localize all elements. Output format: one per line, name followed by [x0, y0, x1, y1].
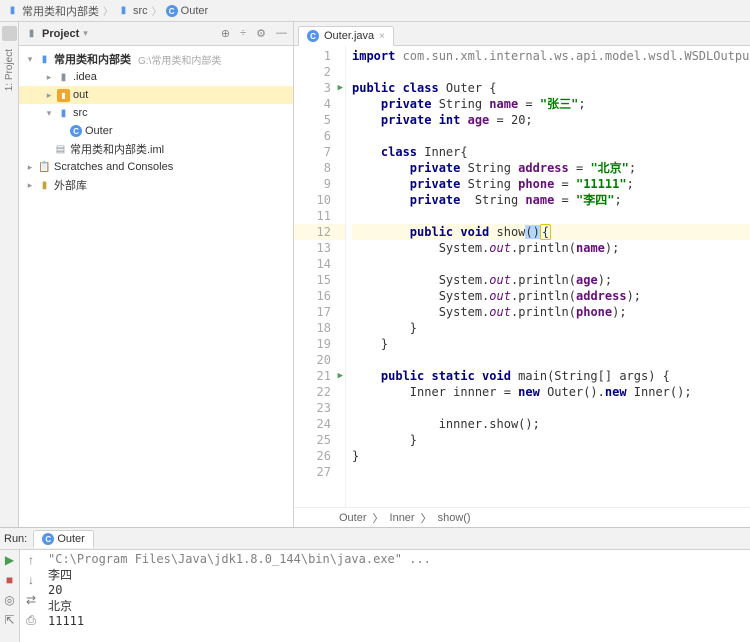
editor-pane: C Outer.java × 1234567891011121314151617…: [294, 22, 750, 527]
down-icon[interactable]: ↓: [28, 573, 34, 587]
run-tab-label: Outer: [57, 533, 85, 545]
tree-label: 常用类和内部类: [54, 51, 131, 67]
tree-item-outer[interactable]: C Outer: [19, 122, 293, 140]
breadcrumb-project-label: 常用类和内部类: [22, 3, 99, 19]
chevron-right-icon: 〉: [103, 3, 113, 18]
left-tool-strip: 1: Project: [0, 22, 19, 527]
chevron-right-icon[interactable]: ▸: [44, 72, 54, 83]
folder-icon: ▮: [57, 71, 70, 84]
console-line: 李四: [48, 566, 744, 583]
code-editor[interactable]: 1234567891011121314151617181920212223242…: [294, 46, 750, 507]
chevron-right-icon[interactable]: ▸: [25, 180, 35, 191]
project-panel: ▮ Project ▾ ⊕ ÷ ⚙ — ▾ ▮ 常用类和内部类 G:\常用类和内…: [19, 22, 294, 527]
print-icon[interactable]: ⎙: [26, 613, 36, 628]
gutter[interactable]: 1234567891011121314151617181920212223242…: [294, 46, 346, 507]
tree-label: out: [73, 89, 88, 101]
chevron-down-icon[interactable]: ▾: [83, 28, 88, 39]
project-strip-label[interactable]: 1: Project: [4, 49, 15, 91]
gear-icon[interactable]: ⚙: [256, 27, 266, 40]
stop-icon[interactable]: ■: [6, 573, 13, 587]
exit-icon[interactable]: ⇱: [4, 613, 14, 627]
editor-breadcrumb[interactable]: Outer 〉 Inner 〉 show(): [294, 507, 750, 527]
code-body[interactable]: import com.sun.xml.internal.ws.api.model…: [346, 46, 750, 507]
breadcrumb-project[interactable]: ▮ 常用类和内部类: [6, 3, 99, 19]
tree-item-src[interactable]: ▾ ▮ src: [19, 104, 293, 122]
tree-root[interactable]: ▾ ▮ 常用类和内部类 G:\常用类和内部类: [19, 50, 293, 68]
up-icon[interactable]: ↑: [28, 553, 34, 567]
console-line: 11111: [48, 614, 744, 628]
hide-icon[interactable]: —: [276, 27, 287, 40]
console-line: "C:\Program Files\Java\jdk1.8.0_144\bin\…: [48, 552, 744, 566]
editor-tabs: C Outer.java ×: [294, 22, 750, 46]
folder-icon: ▮: [25, 27, 38, 40]
tree-label: 常用类和内部类.iml: [70, 141, 164, 157]
folder-icon: ▮: [117, 4, 130, 17]
scratches-icon: 📋: [38, 161, 51, 174]
tree-label: Outer: [85, 125, 113, 137]
chevron-down-icon[interactable]: ▾: [44, 108, 54, 119]
console-line: 北京: [48, 597, 744, 614]
chevron-right-icon[interactable]: ▸: [25, 162, 35, 173]
breadcrumb-bar: ▮ 常用类和内部类 〉 ▮ src 〉 C Outer: [0, 0, 750, 22]
close-icon[interactable]: ×: [379, 31, 385, 42]
project-panel-header: ▮ Project ▾ ⊕ ÷ ⚙ —: [19, 22, 293, 46]
console-output[interactable]: "C:\Program Files\Java\jdk1.8.0_144\bin\…: [42, 550, 750, 642]
folder-icon: ▮: [38, 53, 51, 66]
tree-item-ext[interactable]: ▸ ▮ 外部库: [19, 176, 293, 194]
target-icon[interactable]: ⊕: [221, 27, 230, 40]
project-panel-title: Project: [42, 28, 79, 40]
run-tab[interactable]: C Outer: [33, 530, 94, 548]
editor-bc-item[interactable]: show(): [438, 512, 471, 524]
editor-tab-outer[interactable]: C Outer.java ×: [298, 26, 394, 46]
tree-label: .idea: [73, 71, 97, 83]
breadcrumb-class-label: Outer: [181, 5, 209, 17]
breadcrumb-src[interactable]: ▮ src: [117, 4, 148, 17]
camera-icon[interactable]: ◎: [4, 593, 14, 607]
console-line: 20: [48, 583, 744, 597]
editor-bc-item[interactable]: Inner: [390, 512, 415, 524]
project-tool-window-button[interactable]: [2, 26, 17, 41]
chevron-right-icon[interactable]: ▸: [44, 90, 54, 101]
wrap-icon[interactable]: ⇄: [26, 593, 36, 607]
chevron-down-icon[interactable]: ▾: [25, 54, 35, 65]
folder-icon: ▮: [6, 4, 19, 17]
class-icon: C: [42, 533, 54, 545]
tree-location: G:\常用类和内部类: [138, 52, 221, 67]
tree-item-out[interactable]: ▸ ▮ out: [19, 86, 293, 104]
run-panel: Run: C Outer ▶ ■ ◎ ⇱ ↑ ↓ ⇄ ⎙ "C:\Program…: [0, 527, 750, 642]
breadcrumb-class[interactable]: C Outer: [166, 5, 209, 17]
tree-item-iml[interactable]: ▤ 常用类和内部类.iml: [19, 140, 293, 158]
class-icon: C: [166, 5, 178, 17]
breadcrumb-src-label: src: [133, 5, 148, 17]
project-tree[interactable]: ▾ ▮ 常用类和内部类 G:\常用类和内部类 ▸ ▮ .idea ▸ ▮ out…: [19, 46, 293, 527]
editor-bc-item[interactable]: Outer: [339, 512, 367, 524]
tree-label: Scratches and Consoles: [54, 161, 173, 173]
tree-label: src: [73, 107, 88, 119]
folder-icon: ▮: [57, 107, 70, 120]
chevron-right-icon: 〉: [373, 510, 384, 526]
run-label: Run:: [4, 533, 27, 545]
chevron-right-icon: 〉: [421, 510, 432, 526]
folder-icon: ▮: [57, 89, 70, 102]
class-icon: C: [307, 30, 319, 42]
chevron-right-icon: 〉: [152, 3, 162, 18]
tree-item-idea[interactable]: ▸ ▮ .idea: [19, 68, 293, 86]
tab-label: Outer.java: [324, 30, 374, 42]
library-icon: ▮: [38, 179, 51, 192]
tree-item-scratches[interactable]: ▸ 📋 Scratches and Consoles: [19, 158, 293, 176]
run-side-toolbar: ▶ ■ ◎ ⇱: [0, 550, 20, 642]
run-side-toolbar-2: ↑ ↓ ⇄ ⎙: [20, 550, 42, 642]
run-panel-header: Run: C Outer: [0, 528, 750, 550]
collapse-icon[interactable]: ÷: [240, 27, 246, 40]
class-icon: C: [70, 125, 82, 137]
file-icon: ▤: [54, 143, 67, 156]
tree-label: 外部库: [54, 177, 87, 193]
rerun-icon[interactable]: ▶: [5, 553, 14, 567]
